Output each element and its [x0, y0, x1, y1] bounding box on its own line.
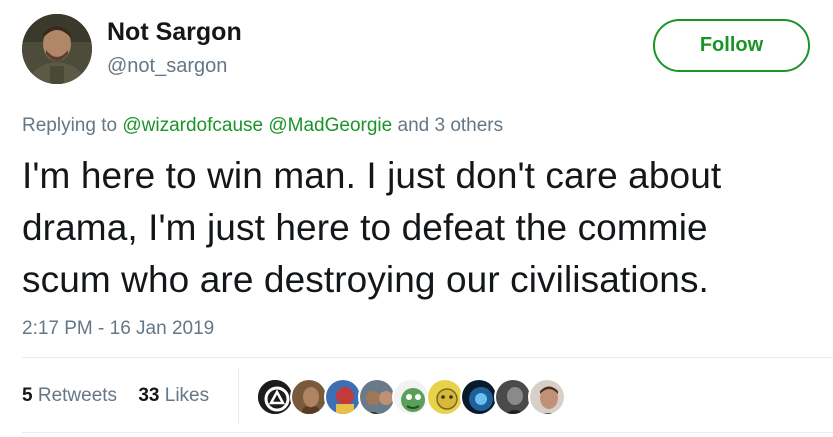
divider [22, 357, 833, 358]
liker-avatar[interactable] [460, 378, 498, 416]
mention-link[interactable]: @MadGeorgie [268, 115, 392, 136]
liker-avatar[interactable] [494, 378, 532, 416]
liker-avatar-4-icon [360, 380, 394, 414]
liker-avatar[interactable] [392, 378, 430, 416]
tweet-card: Not Sargon @not_sargon Follow Replying t… [0, 0, 833, 437]
replying-prefix: Replying to [22, 115, 118, 136]
liker-avatar-8-icon [496, 380, 530, 414]
replying-others-link[interactable]: and 3 others [398, 115, 504, 136]
user-avatar-photo-icon [22, 14, 92, 84]
tweet-text-line: scum who are destroying our civilisation… [22, 259, 709, 300]
liker-avatar-2-icon [292, 380, 326, 414]
liker-avatar[interactable] [426, 378, 464, 416]
liker-avatar-3-icon [326, 380, 360, 414]
likes-stat[interactable]: 33 Likes [138, 385, 209, 407]
liker-avatar[interactable] [358, 378, 396, 416]
liker-avatar-7-icon [462, 380, 496, 414]
liker-avatar-1-icon [258, 380, 292, 414]
tweet-timestamp[interactable]: 2:17 PM - 16 Jan 2019 [22, 318, 214, 340]
tweet-text-line: I'm here to win man. I just don't care a… [22, 155, 722, 196]
liker-avatar-9-icon [530, 380, 564, 414]
retweets-label: Retweets [37, 385, 118, 406]
liker-avatar[interactable] [256, 378, 294, 416]
retweets-count: 5 [22, 385, 33, 406]
divider [22, 432, 833, 433]
liker-avatar-5-icon [394, 380, 428, 414]
tweet-text-line: drama, I'm just here to defeat the commi… [22, 207, 708, 248]
tweet-text: I'm here to win man. I just don't care a… [22, 150, 822, 306]
mention-link[interactable]: @wizardofcause [122, 115, 263, 136]
stats-separator [238, 368, 239, 424]
replying-to-line: Replying to @wizardofcause @MadGeorgie a… [22, 115, 503, 137]
user-handle[interactable]: @not_sargon [107, 55, 227, 78]
liker-avatar[interactable] [290, 378, 328, 416]
liker-avatar-6-icon [428, 380, 462, 414]
retweets-stat[interactable]: 5 Retweets [22, 385, 117, 407]
display-name[interactable]: Not Sargon [107, 18, 242, 47]
liker-avatar[interactable] [324, 378, 362, 416]
likes-count: 33 [138, 385, 160, 406]
liker-avatar[interactable] [528, 378, 566, 416]
tweet-stats: 5 Retweets 33 Likes [22, 385, 209, 407]
user-avatar[interactable] [22, 14, 92, 84]
follow-button[interactable]: Follow [653, 19, 810, 72]
likes-label: Likes [164, 385, 210, 406]
